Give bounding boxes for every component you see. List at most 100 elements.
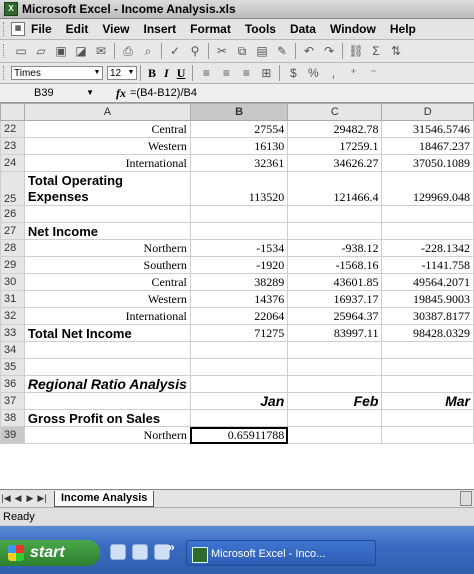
menu-file[interactable]: File xyxy=(31,22,52,36)
cell[interactable]: Jan xyxy=(189,392,289,410)
redo-icon[interactable]: ↷ xyxy=(321,43,337,59)
permission-icon[interactable]: ◪ xyxy=(73,43,89,59)
cell[interactable]: 37050.1089 xyxy=(381,154,474,172)
cell[interactable]: Gross Profit on Sales xyxy=(23,409,191,427)
row-header[interactable]: 37 xyxy=(0,392,25,410)
cell[interactable]: Net Income xyxy=(23,222,191,240)
menu-data[interactable]: Data xyxy=(290,22,316,36)
cell[interactable] xyxy=(381,205,474,223)
chevron-down-icon[interactable]: ▼ xyxy=(126,67,136,79)
cell[interactable]: 29482.78 xyxy=(287,120,383,138)
row-header[interactable]: 32 xyxy=(0,307,25,325)
cell[interactable]: 38289 xyxy=(189,273,289,291)
formula-input[interactable]: =(B4-B12)/B4 xyxy=(130,87,197,99)
insert-function-icon[interactable]: fx xyxy=(116,86,126,101)
cell[interactable]: 32361 xyxy=(189,154,289,172)
row-header[interactable]: 25 xyxy=(0,171,25,206)
menu-insert[interactable]: Insert xyxy=(143,22,176,36)
cell[interactable] xyxy=(381,222,474,240)
cell[interactable] xyxy=(23,358,191,376)
cell[interactable]: Northern xyxy=(23,239,191,257)
italic-icon[interactable]: I xyxy=(164,66,169,81)
spelling-icon[interactable]: ✓ xyxy=(167,43,183,59)
menu-grip[interactable] xyxy=(3,22,7,36)
media-icon[interactable] xyxy=(132,544,148,560)
align-right-icon[interactable]: ≡ xyxy=(238,65,254,81)
row-header[interactable]: 38 xyxy=(0,409,25,427)
cell[interactable] xyxy=(23,341,191,359)
excel-app-icon[interactable]: X xyxy=(4,2,18,16)
menu-help[interactable]: Help xyxy=(390,22,416,36)
cell[interactable]: 121466.4 xyxy=(287,171,383,206)
cell[interactable]: Total Net Income xyxy=(23,324,191,342)
chevron-down-icon[interactable]: ▼ xyxy=(86,86,94,100)
cut-icon[interactable]: ✂ xyxy=(214,43,230,59)
open-icon[interactable]: ▱ xyxy=(33,43,49,59)
cell[interactable]: 30387.8177 xyxy=(381,307,474,325)
cell[interactable] xyxy=(287,375,383,393)
cell[interactable]: International xyxy=(23,154,191,172)
cell[interactable] xyxy=(189,409,289,427)
toolbar-grip[interactable] xyxy=(3,66,7,80)
cell[interactable]: 98428.0329 xyxy=(381,324,474,342)
font-select[interactable]: Times ▼ xyxy=(11,66,103,80)
menu-tools[interactable]: Tools xyxy=(245,22,276,36)
cell[interactable] xyxy=(381,426,474,444)
last-sheet-icon[interactable]: ▶| xyxy=(36,493,48,504)
cell[interactable]: Regional Ratio Analysis xyxy=(23,375,191,393)
row-header[interactable]: 23 xyxy=(0,137,25,155)
cell[interactable]: Western xyxy=(23,137,191,155)
undo-icon[interactable]: ↶ xyxy=(301,43,317,59)
print-preview-icon[interactable]: ⌕ xyxy=(140,43,156,59)
toolbar-grip[interactable] xyxy=(3,44,7,58)
cell[interactable]: -228.1342 xyxy=(381,239,474,257)
cell[interactable]: -938.12 xyxy=(287,239,383,257)
align-center-icon[interactable]: ≡ xyxy=(218,65,234,81)
email-icon[interactable]: ✉ xyxy=(93,43,109,59)
save-icon[interactable]: ▣ xyxy=(53,43,69,59)
cell[interactable]: International xyxy=(23,307,191,325)
cell[interactable]: 18467.237 xyxy=(381,137,474,155)
row-header[interactable]: 39 xyxy=(0,426,25,444)
prev-sheet-icon[interactable]: ◀ xyxy=(12,493,24,504)
corner-select-all[interactable] xyxy=(0,103,25,121)
research-icon[interactable]: ⚲ xyxy=(187,43,203,59)
cell[interactable]: Western xyxy=(23,290,191,308)
cell[interactable] xyxy=(381,409,474,427)
cell[interactable] xyxy=(189,222,289,240)
decrease-decimal-icon[interactable]: ⁻ xyxy=(365,65,381,81)
cell[interactable]: 49564.2071 xyxy=(381,273,474,291)
row-header[interactable]: 31 xyxy=(0,290,25,308)
cell[interactable] xyxy=(287,409,383,427)
format-painter-icon[interactable]: ✎ xyxy=(274,43,290,59)
menu-format[interactable]: Format xyxy=(190,22,231,36)
row-header[interactable]: 33 xyxy=(0,324,25,342)
first-sheet-icon[interactable]: |◀ xyxy=(0,493,12,504)
cell[interactable] xyxy=(189,341,289,359)
cell[interactable]: 113520 xyxy=(189,171,289,206)
cell[interactable] xyxy=(287,205,383,223)
align-left-icon[interactable]: ≡ xyxy=(198,65,214,81)
row-header[interactable]: 34 xyxy=(0,341,25,359)
cell[interactable]: Southern xyxy=(23,256,191,274)
increase-decimal-icon[interactable]: ⁺ xyxy=(345,65,361,81)
cell[interactable] xyxy=(23,392,191,410)
sort-icon[interactable]: ⇅ xyxy=(388,43,404,59)
cell[interactable] xyxy=(287,222,383,240)
menu-edit[interactable]: Edit xyxy=(66,22,89,36)
cell[interactable]: 17259.1 xyxy=(287,137,383,155)
cell[interactable]: 16130 xyxy=(189,137,289,155)
cell[interactable]: 34626.27 xyxy=(287,154,383,172)
cell[interactable]: -1920 xyxy=(189,256,289,274)
cell[interactable] xyxy=(381,341,474,359)
row-header[interactable]: 28 xyxy=(0,239,25,257)
cell[interactable]: Central xyxy=(23,120,191,138)
cell[interactable] xyxy=(381,358,474,376)
cell[interactable]: Feb xyxy=(287,392,383,410)
cell[interactable]: Mar xyxy=(381,392,474,410)
cell[interactable]: 71275 xyxy=(189,324,289,342)
comma-icon[interactable]: , xyxy=(325,65,341,81)
cell[interactable]: 22064 xyxy=(189,307,289,325)
cell[interactable]: 25964.37 xyxy=(287,307,383,325)
start-button[interactable]: start xyxy=(0,540,100,566)
